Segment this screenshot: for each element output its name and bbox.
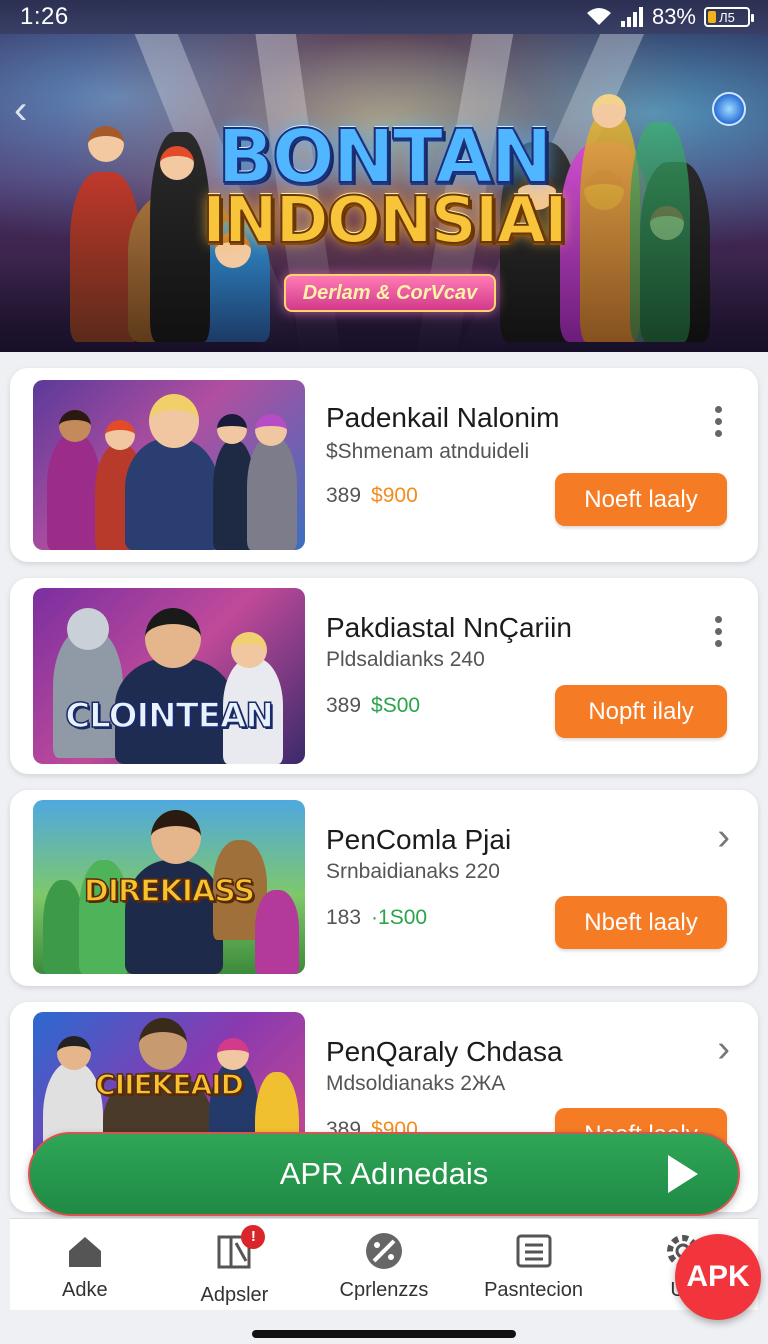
battery-label: Л5 bbox=[719, 9, 735, 25]
battery-icon: Л5 bbox=[704, 7, 754, 27]
list-icon bbox=[516, 1234, 552, 1268]
notification-badge: ! bbox=[241, 1225, 266, 1249]
thumbnail-logo: CLOINTEAN bbox=[64, 695, 274, 737]
nav-label: Adke bbox=[62, 1279, 108, 1301]
card-title[interactable]: Padenkail Nalonim bbox=[326, 402, 559, 434]
install-button[interactable]: Nbeft laaly bbox=[555, 896, 727, 949]
list-item[interactable]: DIREKIASS PenComla Pjai Srnbaidianaks 22… bbox=[10, 790, 758, 986]
card-title[interactable]: PenComla Pjai bbox=[326, 824, 511, 856]
price-value: 389 bbox=[326, 484, 362, 507]
wifi-icon bbox=[586, 8, 611, 25]
price-accent: $900 bbox=[371, 484, 418, 507]
discount-icon bbox=[365, 1233, 402, 1269]
signal-icon bbox=[620, 7, 643, 27]
nav-item-pasntecion[interactable]: Pasntecion bbox=[459, 1219, 609, 1310]
card-price: 389 $S00 bbox=[326, 694, 420, 718]
bottom-nav: Adke ! Adpsler Cprlenzzs Pasntecion bbox=[10, 1218, 758, 1310]
list-item[interactable]: Padenkail Nalonim $Shmenam atnduideli 38… bbox=[10, 368, 758, 562]
install-button[interactable]: Nopft ilaly bbox=[555, 685, 727, 738]
price-accent: ·1S00 bbox=[371, 906, 428, 929]
game-thumbnail[interactable]: DIREKIASS bbox=[33, 800, 305, 974]
nav-label: Pasntecion bbox=[484, 1279, 584, 1301]
home-icon bbox=[68, 1237, 101, 1267]
nav-item-home[interactable]: Adke bbox=[10, 1219, 160, 1310]
nav-item-adpsler[interactable]: ! Adpsler bbox=[160, 1219, 310, 1310]
banner-subtitle: Derlam & CorVcav bbox=[284, 274, 496, 312]
status-bar: 1:26 83% Л5 bbox=[0, 0, 768, 34]
install-button[interactable]: Noeft laaly bbox=[555, 473, 727, 526]
card-subtitle: $Shmenam atnduideli bbox=[326, 440, 530, 463]
price-value: 389 bbox=[326, 694, 362, 717]
home-indicator[interactable] bbox=[252, 1330, 516, 1338]
price-accent: $S00 bbox=[371, 694, 421, 717]
cta-button[interactable]: APR Adınedais bbox=[28, 1132, 740, 1216]
kebab-icon[interactable] bbox=[712, 406, 724, 437]
card-subtitle: Pldsaldianks 240 bbox=[326, 648, 485, 671]
nav-item-cprlenzzs[interactable]: Cprlenzzs bbox=[309, 1219, 459, 1310]
card-subtitle: Mdsoldianaks 2ЖA bbox=[326, 1072, 506, 1095]
game-thumbnail[interactable] bbox=[33, 380, 305, 550]
nav-label: Adpsler bbox=[200, 1284, 269, 1306]
list-item[interactable]: CLOINTEAN Pakdiastal NnÇariin Pldsaldian… bbox=[10, 578, 758, 774]
cta-label: APR Adınedais bbox=[279, 1156, 489, 1191]
chevron-right-icon[interactable]: › bbox=[717, 1028, 730, 1071]
chevron-right-icon[interactable]: › bbox=[717, 816, 730, 859]
card-title[interactable]: Pakdiastal NnÇariin bbox=[326, 612, 572, 644]
battery-percent: 83% bbox=[651, 4, 696, 29]
price-value: 183 bbox=[326, 906, 362, 929]
banner-title-secondary: INDONSIAI bbox=[201, 183, 569, 259]
play-icon bbox=[668, 1155, 698, 1193]
status-icons: 83% Л5 bbox=[586, 4, 754, 30]
card-price: 183 ·1S00 bbox=[326, 906, 427, 930]
kebab-icon[interactable] bbox=[712, 616, 724, 647]
game-thumbnail[interactable]: CLOINTEAN bbox=[33, 588, 305, 764]
nav-label: Cprlenzzs bbox=[339, 1279, 429, 1301]
apk-fab-button[interactable]: APK bbox=[675, 1234, 761, 1320]
card-title[interactable]: PenQaraly Chdasa bbox=[326, 1036, 563, 1068]
thumbnail-logo: CIIEKEAID bbox=[94, 1067, 244, 1102]
status-time: 1:26 bbox=[20, 3, 69, 30]
promo-banner[interactable]: ‹ BONTAN INDONSIAI Derlam & CorVcav bbox=[0, 34, 768, 352]
card-price: 389 $900 bbox=[326, 484, 418, 508]
thumbnail-logo: DIREKIASS bbox=[83, 873, 256, 910]
card-subtitle: Srnbaidianaks 220 bbox=[326, 860, 500, 883]
